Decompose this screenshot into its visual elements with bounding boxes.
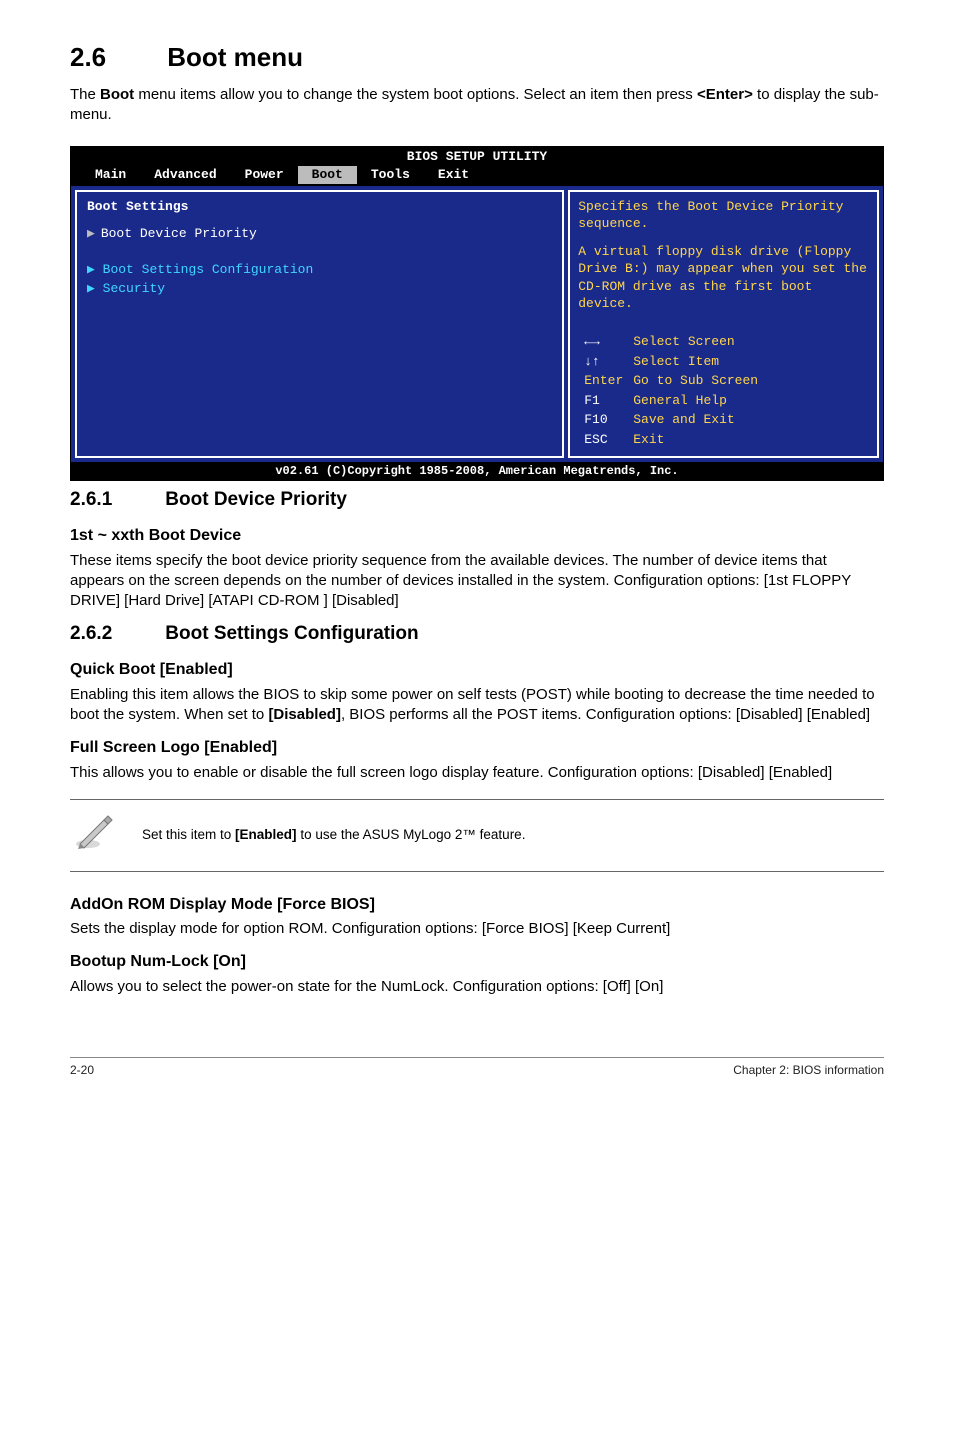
page-footer: 2-20 Chapter 2: BIOS information — [70, 1057, 884, 1078]
chapter-label: Chapter 2: BIOS information — [733, 1062, 884, 1078]
key-enter-desc: Go to Sub Screen — [629, 372, 762, 390]
bios-item-label: Security — [103, 281, 165, 296]
bios-copyright: v02.61 (C)Copyright 1985-2008, American … — [71, 462, 883, 480]
key-arrows-ud-desc: Select Item — [629, 353, 762, 371]
tab-tools[interactable]: Tools — [357, 166, 424, 184]
subsection-number: 2.6.2 — [70, 621, 160, 647]
bios-heading: Boot Settings — [87, 198, 552, 216]
bios-item-boot-device-priority[interactable]: ▶ Boot Device Priority — [87, 225, 552, 243]
heading-boot-device: 1st ~ xxth Boot Device — [70, 525, 884, 547]
paragraph-full-screen-logo: This allows you to enable or disable the… — [70, 763, 884, 783]
bios-left-panel: Boot Settings ▶ Boot Device Priority ▶ Bo… — [75, 190, 564, 459]
subsection-title: Boot Device Priority — [165, 489, 347, 510]
subsection-261: 2.6.1 Boot Device Priority — [70, 487, 884, 513]
heading-addon-rom: AddOn ROM Display Mode [Force BIOS] — [70, 894, 884, 916]
paragraph-addon-rom: Sets the display mode for option ROM. Co… — [70, 919, 884, 939]
key-f10: F10 — [580, 411, 627, 429]
intro-text-2: menu items allow you to change the syste… — [134, 86, 697, 103]
heading-full-screen-logo: Full Screen Logo [Enabled] — [70, 737, 884, 759]
section-number: 2.6 — [70, 40, 160, 75]
bios-item-security[interactable]: ▶ Security — [87, 280, 552, 298]
bios-window: BIOS SETUP UTILITY Main Advanced Power B… — [70, 146, 884, 482]
page-number: 2-20 — [70, 1062, 94, 1078]
key-f10-desc: Save and Exit — [629, 411, 762, 429]
note-box: Set this item to [Enabled] to use the AS… — [70, 799, 884, 872]
tab-boot[interactable]: Boot — [298, 166, 357, 184]
heading-bootup-numlock: Bootup Num-Lock [On] — [70, 951, 884, 973]
paragraph-bootup-numlock: Allows you to select the power-on state … — [70, 977, 884, 997]
bios-item-label: Boot Settings Configuration — [103, 262, 314, 277]
bios-title: BIOS SETUP UTILITY — [71, 147, 883, 167]
key-f1: F1 — [580, 392, 627, 410]
key-enter: Enter — [580, 372, 627, 390]
heading-quick-boot: Quick Boot [Enabled] — [70, 659, 884, 681]
bold-disabled: [Disabled] — [268, 706, 341, 723]
key-arrows-lr-desc: Select Screen — [629, 333, 762, 351]
bios-help-text-2: A virtual floppy disk drive (Floppy Driv… — [578, 243, 869, 313]
key-esc: ESC — [580, 431, 627, 449]
key-esc-desc: Exit — [629, 431, 762, 449]
key-f1-desc: General Help — [629, 392, 762, 410]
bios-item-boot-settings-config[interactable]: ▶ Boot Settings Configuration — [87, 261, 552, 279]
triangle-right-icon: ▶ — [87, 226, 95, 241]
triangle-right-icon: ▶ — [87, 262, 95, 277]
tab-main[interactable]: Main — [81, 166, 140, 184]
bios-menu-bar: Main Advanced Power Boot Tools Exit — [71, 166, 883, 186]
note-text: Set this item to [Enabled] to use the AS… — [142, 826, 525, 844]
bios-body: Boot Settings ▶ Boot Device Priority ▶ Bo… — [71, 186, 883, 463]
paragraph-quick-boot: Enabling this item allows the BIOS to sk… — [70, 685, 884, 726]
bios-item-label: Boot Device Priority — [101, 226, 257, 241]
tab-exit[interactable]: Exit — [424, 166, 483, 184]
text: Set this item to — [142, 827, 235, 842]
intro-bold-boot: Boot — [100, 86, 134, 103]
text: , BIOS performs all the POST items. Conf… — [341, 706, 870, 723]
key-arrows-ud: ↓↑ — [580, 353, 627, 371]
subsection-262: 2.6.2 Boot Settings Configuration — [70, 621, 884, 647]
page-title: 2.6 Boot menu — [70, 40, 884, 75]
bold-enabled: [Enabled] — [235, 827, 297, 842]
subsection-number: 2.6.1 — [70, 487, 160, 513]
bios-key-legend: ←→Select Screen ↓↑Select Item EnterGo to… — [578, 331, 764, 450]
triangle-right-icon: ▶ — [87, 281, 95, 296]
bios-help-panel: Specifies the Boot Device Priority seque… — [568, 190, 879, 459]
text: to use the ASUS MyLogo 2™ feature. — [297, 827, 526, 842]
tab-power[interactable]: Power — [231, 166, 298, 184]
pencil-note-icon — [74, 814, 114, 857]
tab-advanced[interactable]: Advanced — [140, 166, 230, 184]
bios-help-text-1: Specifies the Boot Device Priority seque… — [578, 198, 869, 233]
intro-text: The — [70, 86, 100, 103]
key-arrows-lr: ←→ — [580, 333, 627, 351]
subsection-title: Boot Settings Configuration — [165, 623, 418, 644]
intro-bold-enter: <Enter> — [697, 86, 753, 103]
intro-paragraph: The Boot menu items allow you to change … — [70, 85, 884, 126]
section-title-text: Boot menu — [167, 42, 303, 72]
paragraph-boot-device: These items specify the boot device prio… — [70, 551, 884, 612]
